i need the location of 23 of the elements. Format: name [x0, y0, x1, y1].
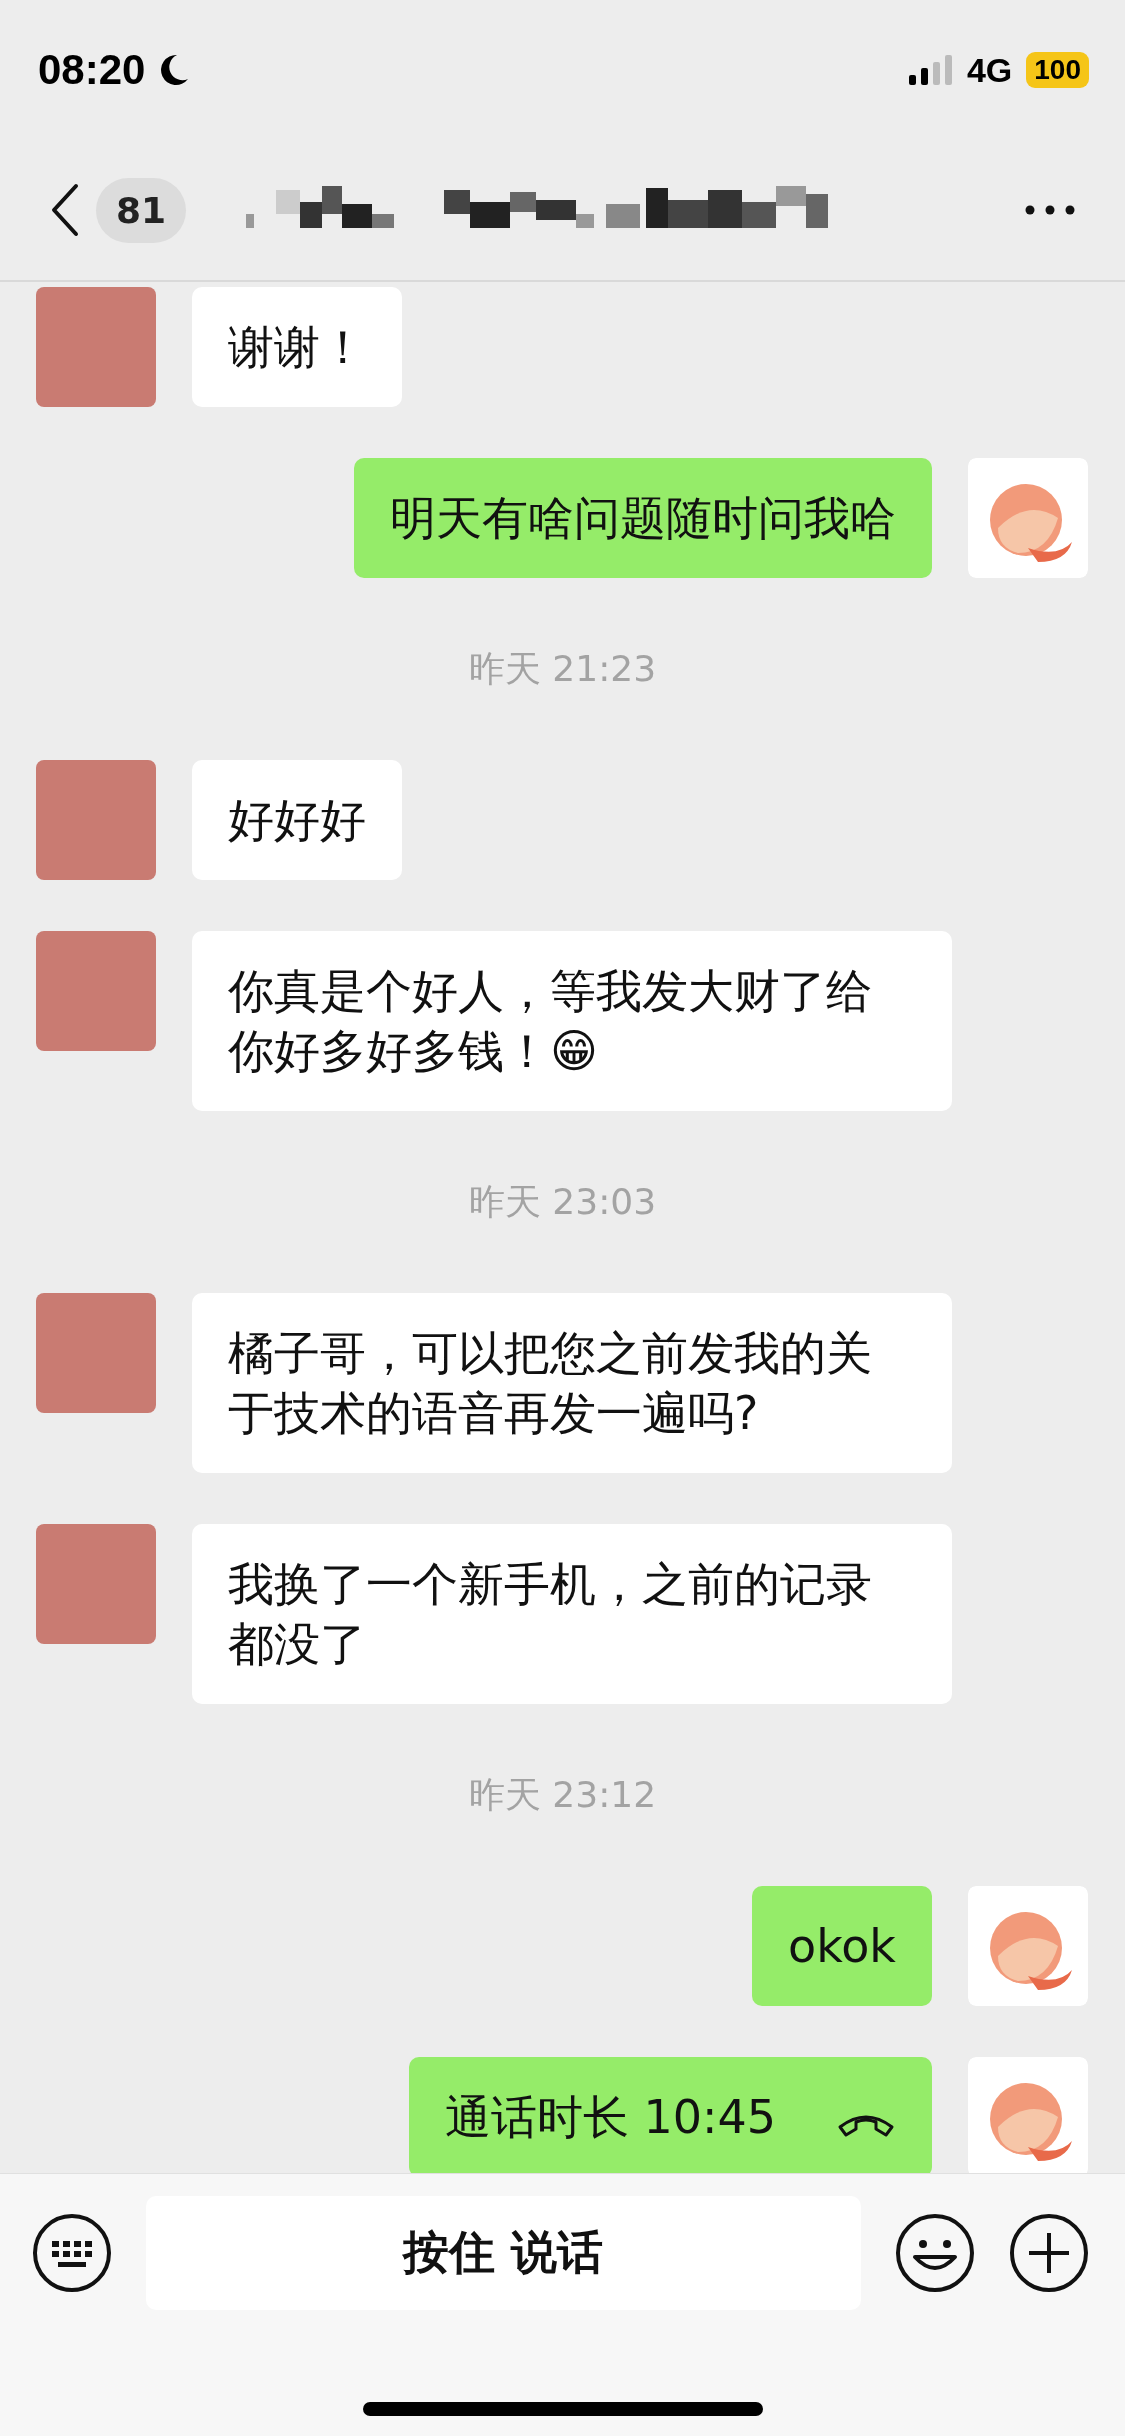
- message-text: 通话时长 10:45: [444, 2090, 776, 2144]
- back-icon[interactable]: [50, 183, 80, 237]
- more-icon[interactable]: [1025, 205, 1075, 215]
- message-text: 橘子哥，可以把您之前发我的关于技术的语音再发一遍吗?: [228, 1326, 872, 1440]
- moon-icon: [159, 53, 190, 87]
- message-text: 你真是个好人，等我发大财了给你好多好多钱！😁: [228, 964, 872, 1078]
- battery-level: 100: [1026, 52, 1089, 88]
- timestamp: 昨天 23:12: [467, 1773, 658, 1817]
- unread-count-badge[interactable]: 81: [96, 177, 187, 243]
- emoji-icon[interactable]: [895, 2213, 975, 2293]
- timestamp: 昨天 23:03: [467, 1180, 658, 1224]
- timestamp: 昨天 21:23: [467, 647, 658, 691]
- keyboard-icon[interactable]: [32, 2213, 112, 2293]
- status-time: 08:20: [38, 46, 146, 94]
- hold-to-talk-button[interactable]: 按住 说话: [146, 2196, 861, 2310]
- signal-icon: [908, 55, 953, 85]
- message-text: 我换了一个新手机，之前的记录都没了: [228, 1557, 872, 1671]
- message-text: 好好好: [228, 793, 366, 847]
- plus-icon[interactable]: [1009, 2213, 1089, 2293]
- message-text: okok: [788, 1919, 896, 1973]
- message-text: 谢谢！: [228, 320, 366, 374]
- message-text: 明天有啥问题随时问我哈: [390, 491, 896, 545]
- network-label: 4G: [966, 50, 1013, 90]
